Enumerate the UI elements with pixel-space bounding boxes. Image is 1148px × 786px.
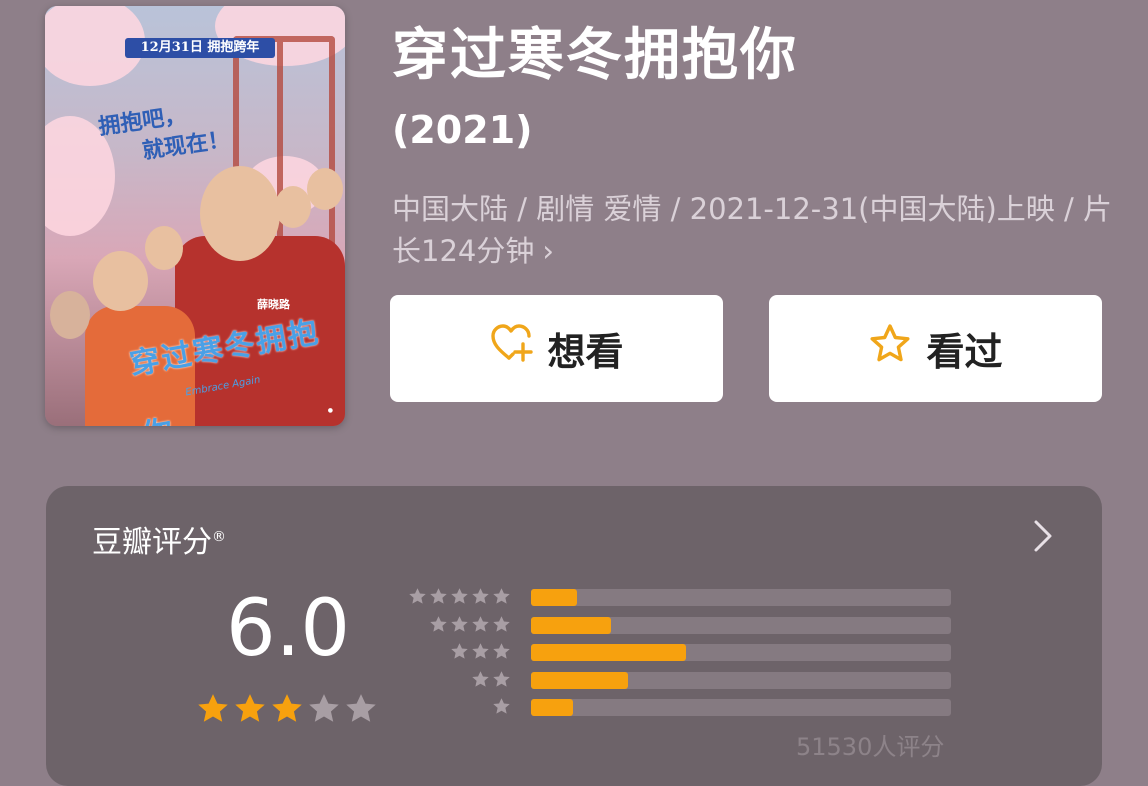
poster-face xyxy=(307,168,343,210)
poster-face xyxy=(275,186,311,228)
poster-logo: ● xyxy=(327,407,333,414)
star-small-icon xyxy=(472,643,489,659)
movie-year: (2021) xyxy=(392,108,533,152)
star-small-icon xyxy=(493,698,510,714)
star-empty-icon xyxy=(346,694,376,722)
score-stars xyxy=(196,692,378,726)
rating-bar-fill xyxy=(531,671,628,689)
star-outline-icon xyxy=(868,322,912,375)
star-small-icon xyxy=(472,670,489,687)
rating-title-text: 豆瓣评分 xyxy=(92,525,212,560)
rating-bar-track xyxy=(531,699,951,716)
star-small-icon xyxy=(451,588,468,604)
star-small-icon xyxy=(493,643,510,659)
star-small-icon xyxy=(409,588,426,604)
star-small-icon xyxy=(493,670,510,687)
movie-meta[interactable]: 中国大陆 / 剧情 爱情 / 2021-12-31(中国大陆)上映 / 片长12… xyxy=(392,188,1112,272)
want-to-watch-button[interactable]: 想看 xyxy=(390,295,723,402)
registered-mark: ® xyxy=(212,529,226,545)
star-filled-icon xyxy=(235,694,265,722)
star-small-icon xyxy=(451,615,468,632)
want-to-watch-label: 想看 xyxy=(547,330,624,374)
rating-count: 51530人评分 xyxy=(796,733,945,761)
rating-bar-fill xyxy=(531,644,687,661)
star-small-icon xyxy=(430,615,447,632)
rating-row-2 xyxy=(411,670,951,690)
rating-card-title: 豆瓣评分® xyxy=(92,516,226,564)
heart-plus-icon xyxy=(489,322,534,375)
rating-bar-fill xyxy=(531,699,573,716)
rating-row-3 xyxy=(411,642,951,662)
poster-face xyxy=(200,166,280,261)
rating-row-stars xyxy=(471,670,511,689)
star-filled-icon xyxy=(198,694,228,722)
rating-row-4 xyxy=(411,615,951,635)
rating-card[interactable]: 豆瓣评分® 6.0 51530人评分 xyxy=(46,486,1102,786)
star-small-icon xyxy=(493,615,510,632)
movie-poster[interactable]: 12月31日 拥抱跨年 拥抱吧， 就现在！ 薛晓路 穿过寒冬拥抱你 Embrac… xyxy=(45,6,345,426)
rating-bar-track xyxy=(531,616,951,634)
poster-face xyxy=(93,251,148,311)
watched-button[interactable]: 看过 xyxy=(769,295,1102,402)
rating-score: 6.0 xyxy=(226,584,351,674)
rating-row-stars xyxy=(408,587,511,606)
poster-face xyxy=(50,291,90,339)
star-small-icon xyxy=(430,588,447,604)
rating-bar-fill xyxy=(531,616,611,634)
movie-title: 穿过寒冬拥抱你 xyxy=(392,23,798,88)
poster-face xyxy=(145,226,183,270)
rating-bar-track xyxy=(531,671,951,689)
rating-row-1 xyxy=(411,697,951,717)
star-small-icon xyxy=(451,643,468,659)
star-small-icon xyxy=(472,588,489,604)
rating-row-stars xyxy=(429,615,511,634)
poster-ribbon-text: 12月31日 拥抱跨年 xyxy=(140,40,260,55)
watched-label: 看过 xyxy=(926,330,1003,374)
star-empty-icon xyxy=(309,694,339,722)
star-small-icon xyxy=(493,588,510,604)
rating-bar-track xyxy=(531,644,951,661)
rating-bar-track xyxy=(531,589,951,606)
rating-row-stars xyxy=(492,697,511,716)
rating-row-stars xyxy=(450,642,511,661)
movie-meta-text: 中国大陆 / 剧情 爱情 / 2021-12-31(中国大陆)上映 / 片长12… xyxy=(392,192,1113,268)
star-small-icon xyxy=(472,615,489,632)
chevron-right-icon: › xyxy=(542,234,554,268)
rating-row-5 xyxy=(408,587,951,607)
star-filled-icon xyxy=(272,694,302,722)
rating-bar-fill xyxy=(531,589,578,606)
chevron-right-icon[interactable] xyxy=(1026,518,1058,554)
